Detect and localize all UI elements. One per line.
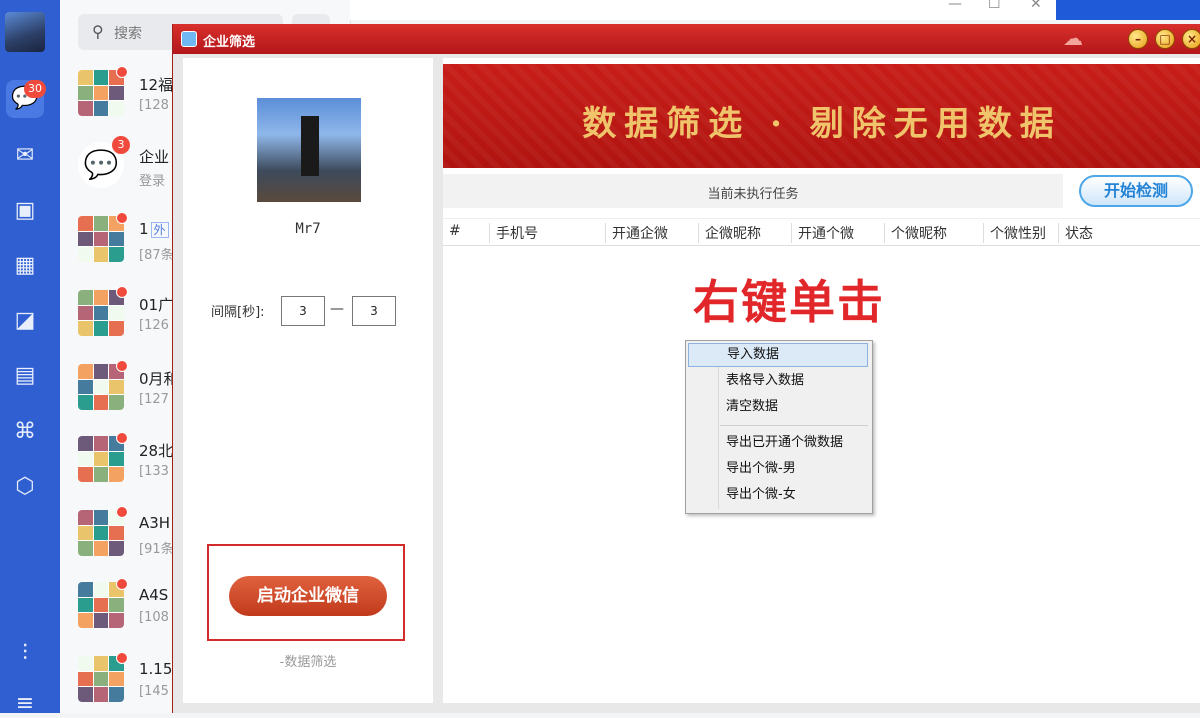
menu-item-import[interactable]: 导入数据 (688, 343, 868, 367)
cube-icon[interactable]: ⬡ (11, 473, 39, 501)
launch-wecom-button[interactable]: 启动企业微信 (229, 576, 387, 616)
close-icon[interactable]: ✕ (1030, 0, 1042, 12)
menu-item-export-female[interactable]: 导出个微-女 (688, 483, 868, 507)
right-click-hint: 右键单击 (693, 275, 885, 329)
chat-preview: [128 (139, 98, 169, 113)
group-avatar (78, 70, 124, 116)
column-header[interactable]: 开通个微 (791, 223, 854, 243)
background-window-accent (1056, 0, 1200, 20)
maximize-button[interactable]: □ (1155, 29, 1175, 49)
column-header[interactable]: 手机号 (489, 223, 538, 243)
app-logo-icon (181, 31, 197, 47)
cloud-ornament-icon: ☁ (1063, 26, 1083, 50)
account-panel: Mr7 间隔[秒]: 3 — 3 启动企业微信 -数据筛选 (183, 58, 433, 703)
chat-preview: [108 (139, 610, 169, 625)
username: Mr7 (295, 221, 321, 237)
photos-icon[interactable]: ◪ (11, 307, 39, 335)
group-avatar (78, 656, 124, 702)
app-sidebar-rail: 💬 30 ✉ ▣ ▦ ◪ ▤ ⌘ ⬡ ⫶ ≡ (0, 0, 60, 716)
docs-icon[interactable]: ▣ (11, 197, 39, 225)
chat-name: 1外 (139, 220, 169, 238)
chat-preview: [133 (139, 464, 169, 479)
profile-photo (257, 98, 361, 202)
unread-dot (116, 652, 128, 664)
chat-preview: [91条 (139, 542, 174, 557)
group-avatar (78, 436, 124, 482)
column-header[interactable]: 开通企微 (605, 223, 668, 243)
chat-preview: [87条 (139, 248, 174, 263)
chat-name: 01广 (139, 296, 174, 314)
unread-dot (116, 212, 128, 224)
unread-badge: 30 (24, 80, 46, 98)
column-header[interactable]: # (443, 223, 461, 243)
minimize-icon[interactable]: — (948, 0, 962, 12)
unread-dot (116, 432, 128, 444)
search-placeholder: 搜索 (114, 26, 142, 42)
unread-dot (116, 286, 128, 298)
start-check-button[interactable]: 开始检测 (1079, 175, 1193, 207)
calendar-icon[interactable]: ▦ (11, 252, 39, 280)
group-avatar (78, 510, 124, 556)
unread-dot (116, 66, 128, 78)
task-status: 当前未执行任务 (707, 187, 799, 202)
group-avatar (78, 216, 124, 262)
banner-text: 数据筛选 · 剔除无用数据 (582, 104, 1062, 144)
group-avatar (78, 364, 124, 410)
maximize-icon[interactable]: ☐ (988, 0, 1001, 12)
data-panel: 数据筛选 · 剔除无用数据 当前未执行任务 开始检测 # 手机号 开通企微 企微… (443, 58, 1200, 703)
filter-dialog: 企业筛选 ☁ – □ × Mr7 间隔[秒]: 3 — 3 启动企业微信 -数据… (172, 24, 1200, 713)
unread-badge: 3 (112, 136, 130, 154)
interval-dash: — (330, 301, 344, 317)
close-button[interactable]: × (1182, 29, 1200, 49)
dialog-title: 企业筛选 (203, 35, 256, 50)
user-avatar[interactable] (5, 12, 45, 52)
chat-name: A3H (139, 514, 171, 532)
interval-max-input[interactable]: 3 (352, 296, 396, 326)
chat-preview: [127 (139, 392, 169, 407)
unread-dot (116, 506, 128, 518)
chat-preview: 登录 (139, 174, 166, 189)
chat-name: A4S (139, 586, 169, 604)
banner: 数据筛选 · 剔除无用数据 (443, 64, 1200, 168)
org-icon[interactable]: ⌘ (11, 418, 39, 446)
table-header: # 手机号 开通企微 企微昵称 开通个微 个微昵称 个微性别 状态 (443, 218, 1200, 246)
unread-dot (116, 578, 128, 590)
mail-icon[interactable]: ✉ (11, 142, 39, 170)
chat-name: 12福 (139, 76, 174, 94)
footer-caption: -数据筛选 (279, 655, 337, 670)
chat-name: 1.15 (139, 660, 173, 678)
menu-item-import-sheet[interactable]: 表格导入数据 (688, 369, 868, 393)
context-menu: 导入数据 表格导入数据 清空数据 导出已开通个微数据 导出个微-男 导出个微-女 (685, 340, 873, 514)
interval-label: 间隔[秒]: (211, 305, 265, 320)
menu-icon[interactable]: ≡ (11, 690, 39, 718)
minimize-button[interactable]: – (1128, 29, 1148, 49)
column-header[interactable]: 个微昵称 (884, 223, 947, 243)
menu-item-clear[interactable]: 清空数据 (688, 395, 868, 419)
menu-item-export-male[interactable]: 导出个微-男 (688, 457, 868, 481)
apps-icon[interactable]: ▤ (11, 362, 39, 390)
column-header[interactable]: 状态 (1058, 223, 1093, 243)
column-header[interactable]: 企微昵称 (698, 223, 761, 243)
search-icon: ⚲ (92, 22, 104, 41)
chat-name: 28北 (139, 442, 174, 460)
settings-sliders-icon[interactable]: ⫶ (11, 640, 39, 668)
dialog-titlebar[interactable]: 企业筛选 ☁ – □ × (173, 24, 1200, 54)
task-status-bar: 当前未执行任务 (443, 174, 1063, 208)
unread-dot (116, 360, 128, 372)
external-tag: 外 (150, 222, 169, 238)
group-avatar (78, 290, 124, 336)
chat-preview: [145 (139, 684, 169, 699)
group-avatar (78, 582, 124, 628)
chat-preview: [126 (139, 318, 169, 333)
column-header[interactable]: 个微性别 (983, 223, 1046, 243)
menu-item-export-opened[interactable]: 导出已开通个微数据 (688, 431, 868, 455)
interval-min-input[interactable]: 3 (281, 296, 325, 326)
chat-name: 企业 (139, 148, 170, 166)
